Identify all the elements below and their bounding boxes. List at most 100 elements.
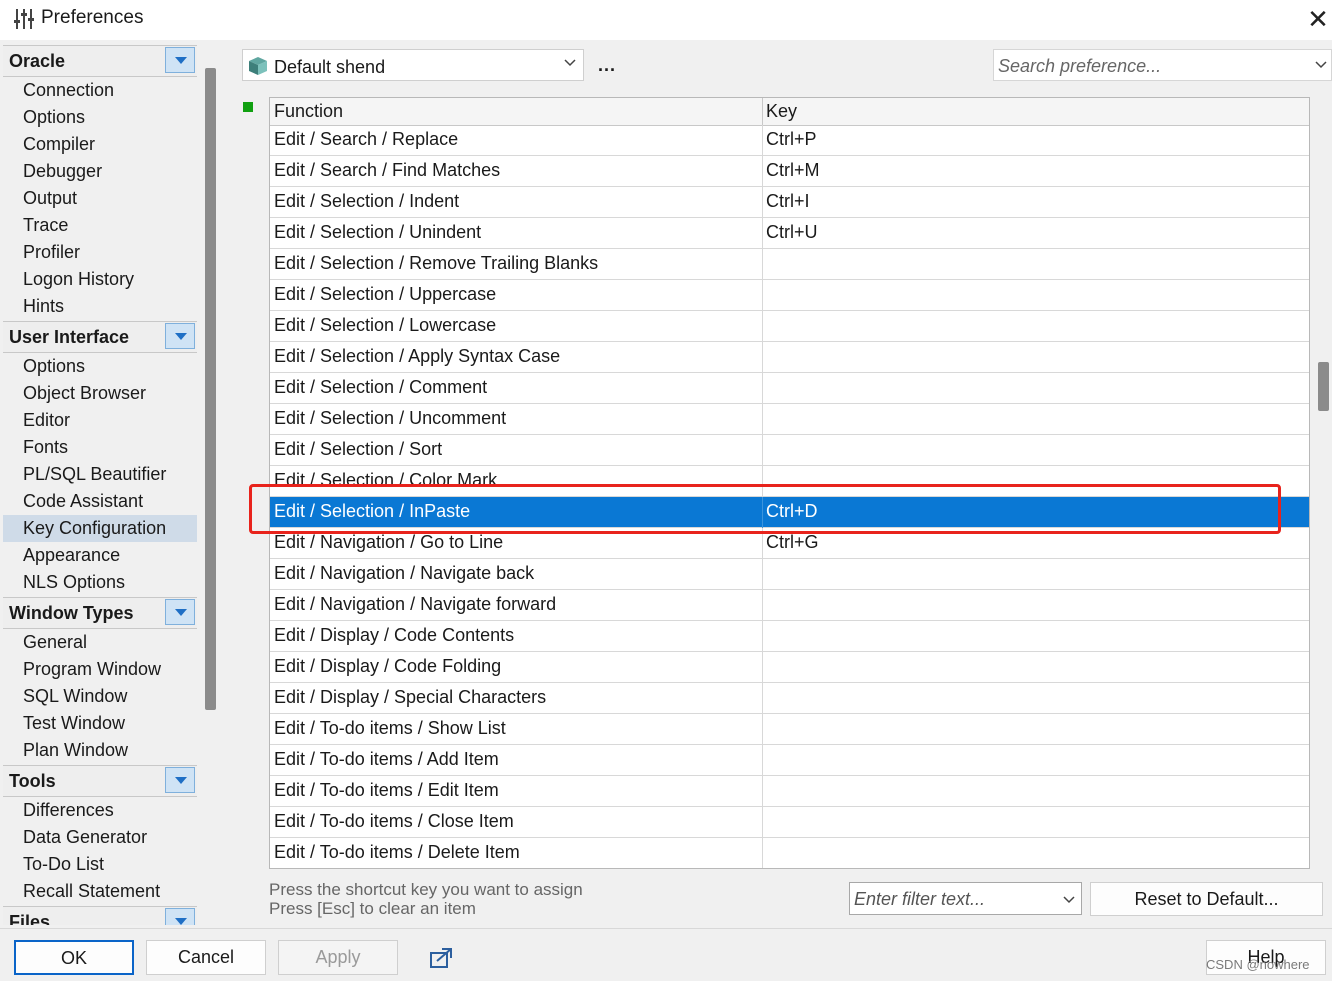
table-row[interactable]: Edit / Selection / Uncomment — [270, 404, 1309, 435]
key-cell[interactable]: Ctrl+G — [766, 532, 819, 553]
table-row[interactable]: Edit / Display / Code Folding — [270, 652, 1309, 683]
column-header-function[interactable]: Function — [274, 101, 343, 122]
sidebar-item-label: General — [23, 632, 88, 652]
sidebar-item[interactable]: To-Do List — [3, 851, 197, 878]
sidebar-group[interactable]: Window Types — [3, 597, 197, 629]
table-row[interactable]: Edit / Selection / Comment — [270, 373, 1309, 404]
function-cell: Edit / Selection / Uppercase — [274, 284, 497, 304]
table-row[interactable]: Edit / To-do items / Close Item — [270, 807, 1309, 838]
function-cell: Edit / Selection / Remove Trailing Blank… — [274, 253, 599, 273]
sidebar-item[interactable]: Options — [3, 353, 197, 380]
sidebar-item[interactable]: Program Window — [3, 656, 197, 683]
function-cell: Edit / Display / Code Folding — [274, 656, 502, 676]
table-row[interactable]: Edit / Navigation / Go to Line Ctrl+G — [270, 528, 1309, 559]
column-header-key[interactable]: Key — [766, 101, 797, 122]
table-row[interactable]: Edit / To-do items / Delete Item — [270, 838, 1309, 868]
sidebar-item[interactable]: Recall Statement — [3, 878, 197, 905]
filter-input[interactable] — [852, 886, 1056, 913]
ok-button[interactable]: OK — [14, 940, 134, 975]
table-row[interactable]: Edit / Selection / Unindent Ctrl+U — [270, 218, 1309, 249]
sidebar-item[interactable]: Code Assistant — [3, 488, 197, 515]
sidebar-group[interactable]: Oracle — [3, 45, 197, 77]
key-cell[interactable]: Ctrl+P — [766, 129, 817, 150]
sidebar-item[interactable]: Object Browser — [3, 380, 197, 407]
sidebar-group[interactable]: Files — [3, 906, 197, 925]
table-row[interactable]: Edit / Selection / Sort — [270, 435, 1309, 466]
table-row[interactable]: Edit / Navigation / Navigate forward — [270, 590, 1309, 621]
sidebar-scrollbar[interactable] — [205, 68, 216, 710]
collapse-icon[interactable] — [165, 323, 195, 349]
package-icon — [249, 57, 267, 75]
filter-field[interactable] — [849, 882, 1082, 915]
cancel-button[interactable]: Cancel — [146, 940, 266, 975]
sidebar-item[interactable]: Compiler — [3, 131, 197, 158]
table-row[interactable]: Edit / Selection / Lowercase — [270, 311, 1309, 342]
sidebar-item[interactable]: Fonts — [3, 434, 197, 461]
profile-dropdown[interactable]: Default shend — [242, 49, 584, 81]
reset-to-default-button[interactable]: Reset to Default... — [1090, 882, 1323, 916]
sidebar-item[interactable]: Output — [3, 185, 197, 212]
sidebar-group-label: User Interface — [9, 327, 130, 347]
sidebar-item-label: Trace — [23, 215, 69, 235]
table-row[interactable]: Edit / Navigation / Navigate back — [270, 559, 1309, 590]
table-row[interactable]: Edit / To-do items / Edit Item — [270, 776, 1309, 807]
sidebar-item-label: Output — [23, 188, 78, 208]
table-row[interactable]: Edit / Selection / Uppercase — [270, 280, 1309, 311]
table-row[interactable]: Edit / Search / Replace Ctrl+P — [270, 125, 1309, 156]
table-row[interactable]: Edit / To-do items / Show List — [270, 714, 1309, 745]
close-icon[interactable]: ✕ — [1300, 2, 1332, 36]
table-scrollbar[interactable] — [1318, 362, 1329, 411]
collapse-icon[interactable] — [165, 767, 195, 793]
function-cell: Edit / To-do items / Show List — [274, 718, 506, 738]
status-marker — [243, 102, 253, 112]
sidebar-item-label: Program Window — [23, 659, 162, 679]
sidebar-group[interactable]: Tools — [3, 765, 197, 797]
sidebar-item[interactable]: NLS Options — [3, 569, 197, 596]
table-row[interactable]: Edit / Selection / Apply Syntax Case — [270, 342, 1309, 373]
table-header: Function Key — [270, 98, 1309, 126]
sidebar-item[interactable]: Data Generator — [3, 824, 197, 851]
sidebar-item[interactable]: Logon History — [3, 266, 197, 293]
table-row[interactable]: Edit / Selection / InPaste Ctrl+D — [270, 497, 1309, 528]
sidebar-item[interactable]: Plan Window — [3, 737, 197, 764]
search-preference-field[interactable] — [993, 49, 1332, 81]
sidebar-item[interactable]: Connection — [3, 77, 197, 104]
table-row[interactable]: Edit / Display / Code Contents — [270, 621, 1309, 652]
apply-button[interactable]: Apply — [278, 940, 398, 975]
sidebar-item[interactable]: SQL Window — [3, 683, 197, 710]
function-cell: Edit / Navigation / Go to Line — [274, 532, 504, 552]
table-row[interactable]: Edit / To-do items / Add Item — [270, 745, 1309, 776]
table-row[interactable]: Edit / Search / Find Matches Ctrl+M — [270, 156, 1309, 187]
more-button[interactable]: ... — [598, 55, 616, 76]
collapse-icon[interactable] — [165, 47, 195, 73]
key-cell[interactable]: Ctrl+D — [766, 501, 818, 522]
sidebar-item[interactable]: Key Configuration — [3, 515, 197, 542]
sync-icon[interactable] — [429, 945, 455, 969]
sidebar-item[interactable]: Options — [3, 104, 197, 131]
sidebar-item[interactable]: General — [3, 629, 197, 656]
sidebar-item[interactable]: Hints — [3, 293, 197, 320]
sidebar-item[interactable]: Test Window — [3, 710, 197, 737]
sidebar-item[interactable]: Editor — [3, 407, 197, 434]
sidebar-item[interactable]: Profiler — [3, 239, 197, 266]
sidebar-group[interactable]: User Interface — [3, 321, 197, 353]
key-cell[interactable]: Ctrl+I — [766, 191, 810, 212]
key-cell[interactable]: Ctrl+U — [766, 222, 818, 243]
sidebar-item-label: Differences — [23, 800, 114, 820]
table-row[interactable]: Edit / Selection / Indent Ctrl+I — [270, 187, 1309, 218]
function-cell: Edit / Search / Find Matches — [274, 160, 501, 180]
profile-name: Default shend — [274, 57, 386, 77]
collapse-icon[interactable] — [165, 599, 195, 625]
sidebar-item[interactable]: PL/SQL Beautifier — [3, 461, 197, 488]
table-row[interactable]: Edit / Selection / Remove Trailing Blank… — [270, 249, 1309, 280]
sidebar-item-label: Data Generator — [23, 827, 148, 847]
sidebar-item[interactable]: Debugger — [3, 158, 197, 185]
table-row[interactable]: Edit / Selection / Color Mark — [270, 466, 1309, 497]
search-input[interactable] — [996, 52, 1300, 80]
collapse-icon[interactable] — [165, 908, 195, 925]
sidebar-item[interactable]: Trace — [3, 212, 197, 239]
key-cell[interactable]: Ctrl+M — [766, 160, 820, 181]
sidebar-item[interactable]: Differences — [3, 797, 197, 824]
sidebar-item[interactable]: Appearance — [3, 542, 197, 569]
table-row[interactable]: Edit / Display / Special Characters — [270, 683, 1309, 714]
